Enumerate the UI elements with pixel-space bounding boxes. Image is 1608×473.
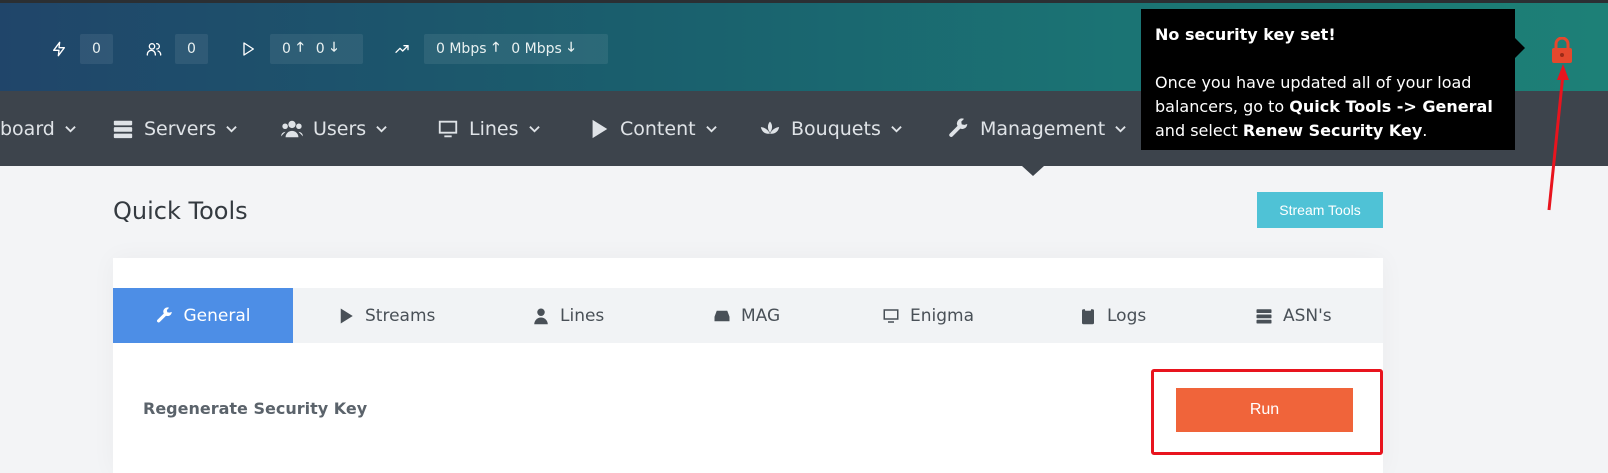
nav-label: Bouquets (791, 117, 881, 140)
tooltip-bold-path: Quick Tools -> General (1289, 97, 1493, 116)
tab-label: Lines (560, 305, 605, 326)
tooltip-text: and select (1155, 121, 1243, 140)
tab-label: General (183, 305, 251, 326)
bandwidth-stats: 0 Mbps 🡑 0 Mbps 🡓 (424, 34, 608, 64)
tooltip-body: Once you have updated all of your load b… (1155, 71, 1501, 143)
tooltip-text: . (1422, 121, 1428, 140)
nav-label: Lines (469, 117, 519, 140)
nav-item-lines[interactable]: Lines (437, 91, 540, 166)
users-icon (281, 120, 303, 137)
tab-label: Enigma (910, 305, 975, 326)
chevron-down-icon (1115, 126, 1126, 133)
nav-item-content[interactable]: Content (588, 91, 717, 166)
chevron-down-icon (376, 126, 387, 133)
nav-label: Content (620, 117, 696, 140)
nav-label: Management (980, 117, 1106, 140)
quick-tools-tabs: General Streams Lines MAG Enigma Logs AS… (113, 288, 1383, 343)
users-value: 0 (187, 41, 196, 57)
arrow-up-icon: 🡑 (492, 40, 500, 55)
monitor-icon (883, 308, 899, 323)
server-icon (113, 120, 133, 138)
nav-label: board (0, 117, 55, 140)
connections-value: 0 (92, 41, 101, 57)
tab-asns[interactable]: ASN's (1255, 288, 1332, 343)
lotus-icon (760, 121, 780, 134)
tab-label: Streams (365, 305, 436, 326)
nav-item-bouquets[interactable]: Bouquets (759, 91, 902, 166)
streams-down-value: 0 (315, 41, 325, 57)
nav-label: Users (313, 117, 367, 140)
wrench-icon (156, 306, 172, 322)
chevron-down-icon (528, 126, 540, 133)
clipboard-icon (1082, 307, 1094, 324)
tab-lines[interactable]: Lines (532, 288, 604, 343)
users-count: 0 (175, 34, 208, 64)
connections-count: 0 (80, 34, 113, 64)
stream-tools-button[interactable]: Stream Tools (1257, 192, 1383, 228)
tab-logs[interactable]: Logs (1079, 288, 1146, 343)
nav-label: Servers (144, 117, 217, 140)
user-icon (534, 308, 548, 324)
bandwidth-in-value: 0 Mbps (436, 41, 487, 57)
hdd-icon (714, 310, 730, 321)
tab-streams[interactable]: Streams (337, 288, 435, 343)
tab-label: MAG (741, 305, 781, 326)
nav-item-dashboard[interactable]: board (0, 91, 76, 166)
streams-count: 0 🡑 0 🡓 (270, 34, 363, 64)
nav-item-servers[interactable]: Servers (112, 91, 237, 166)
tab-general[interactable]: General (113, 288, 293, 343)
page-title: Quick Tools (113, 197, 248, 225)
bandwidth-out-value: 0 Mbps (511, 41, 562, 57)
tooltip-bold-action: Renew Security Key (1242, 121, 1423, 140)
tab-label: Logs (1107, 305, 1147, 326)
chevron-down-icon (891, 126, 902, 133)
tab-label: ASN's (1283, 305, 1332, 326)
play-outline-icon (240, 34, 256, 64)
annotation-arrow (1547, 64, 1569, 211)
play-icon (592, 119, 608, 138)
tooltip-title: No security key set! (1155, 25, 1336, 44)
run-button[interactable]: Run (1176, 388, 1353, 432)
arrow-up-icon: 🡑 (296, 40, 304, 55)
chevron-down-icon (705, 126, 717, 133)
server-icon (1256, 308, 1272, 323)
chevron-down-icon (65, 126, 76, 133)
trending-up-icon (394, 34, 410, 64)
nav-item-management[interactable]: Management (948, 91, 1126, 166)
play-icon (340, 308, 353, 323)
security-tooltip: No security key set! Once you have updat… (1141, 9, 1515, 150)
monitor-icon (438, 120, 458, 137)
arrow-down-icon: 🡓 (330, 40, 338, 55)
tab-mag[interactable]: MAG (713, 288, 780, 343)
nav-item-users[interactable]: Users (281, 91, 387, 166)
wrench-icon (949, 117, 968, 137)
streams-up-value: 0 (282, 41, 291, 57)
arrow-down-icon: 🡓 (567, 40, 575, 55)
users-icon (146, 34, 162, 64)
bolt-icon (51, 34, 67, 64)
tooltip-arrow (1515, 38, 1525, 58)
chevron-down-icon (226, 126, 237, 133)
tab-enigma[interactable]: Enigma (882, 288, 974, 343)
nav-active-caret (1022, 166, 1044, 176)
regenerate-security-key-label: Regenerate Security Key (143, 399, 368, 418)
